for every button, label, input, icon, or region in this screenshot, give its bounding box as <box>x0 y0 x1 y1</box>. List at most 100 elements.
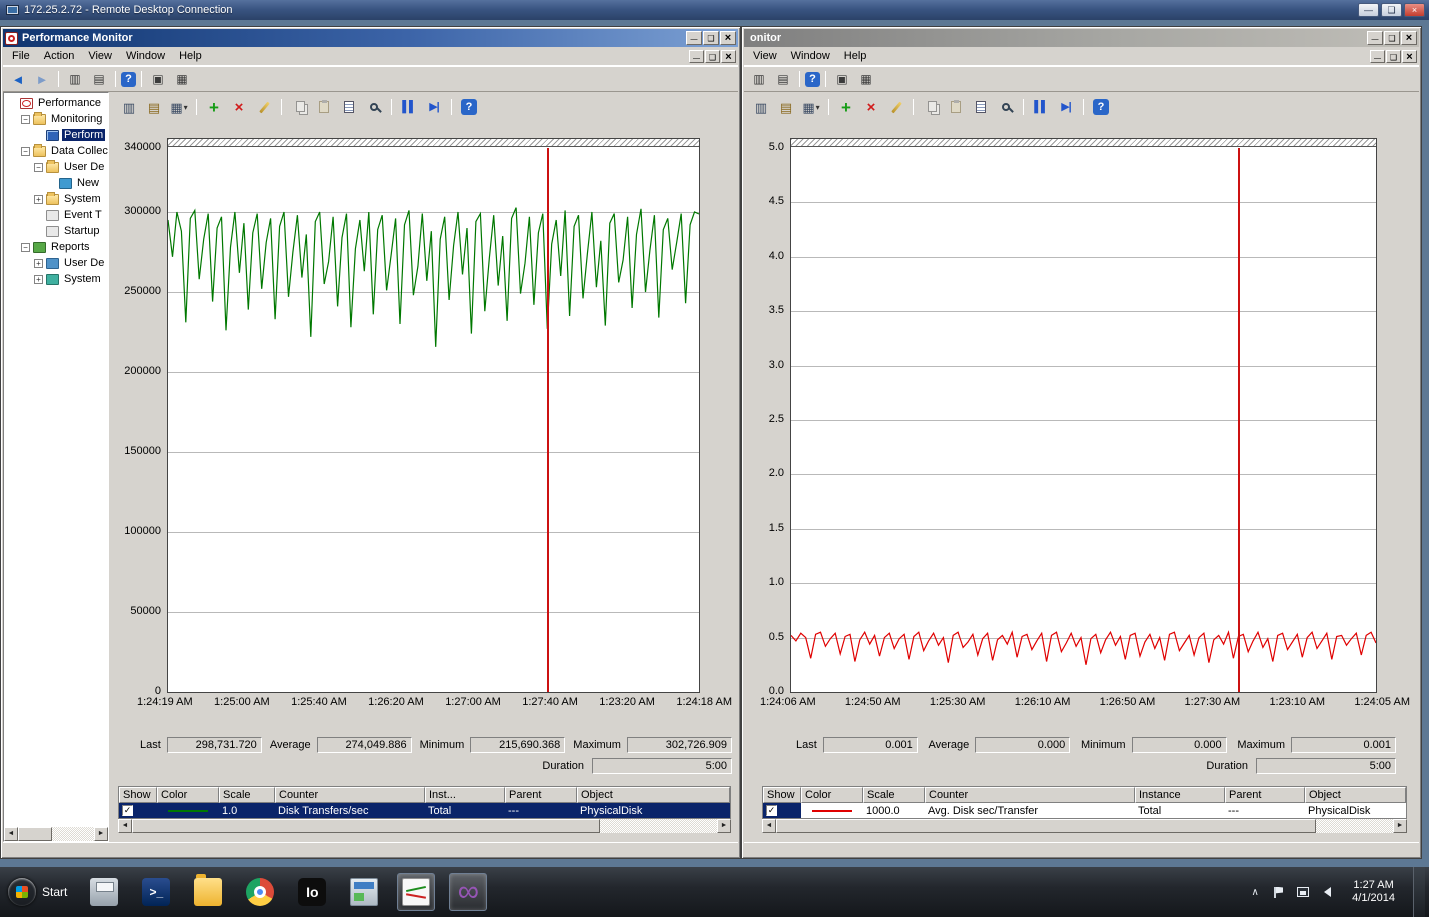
paste-counter-list-icon[interactable] <box>313 96 335 118</box>
scroll-left-arrow[interactable]: ◄ <box>118 819 132 833</box>
menu-view[interactable]: View <box>81 48 119 64</box>
update-data-icon[interactable]: ▶| <box>423 96 445 118</box>
left-mdi-close-button[interactable] <box>721 49 736 63</box>
paste-counter-list-icon[interactable] <box>945 96 967 118</box>
left-close-button[interactable] <box>720 31 736 45</box>
right-window-titlebar[interactable]: onitor <box>744 29 1419 47</box>
show-checkbox[interactable]: ✓ <box>122 805 133 816</box>
change-graph-type-icon[interactable]: ▦ ▾ <box>168 96 190 118</box>
help-icon[interactable]: ? <box>1090 96 1112 118</box>
column-header-color[interactable]: Color <box>801 787 863 803</box>
tree-item-user-de[interactable]: − User De <box>6 159 108 175</box>
zoom-icon[interactable] <box>995 96 1017 118</box>
right-mdi-minimize-button[interactable] <box>1370 49 1385 63</box>
menu-window[interactable]: Window <box>119 48 172 64</box>
collapse-expander-icon[interactable]: − <box>21 146 30 156</box>
export-list-icon[interactable]: ▤ <box>88 69 110 89</box>
view-current-activity-icon[interactable]: ▥ <box>750 96 772 118</box>
taskbar-clock[interactable]: 1:27 AM 4/1/2014 <box>1344 879 1403 905</box>
columns-icon[interactable]: ▦ <box>171 69 193 89</box>
tree-horizontal-scrollbar[interactable]: ◄ ► <box>4 827 108 841</box>
scrollbar-track[interactable] <box>132 819 717 833</box>
right-close-button[interactable] <box>1401 31 1417 45</box>
highlight-icon[interactable] <box>885 96 907 118</box>
scrollbar-thumb[interactable] <box>776 819 1316 833</box>
columns-icon[interactable]: ▦ <box>855 69 877 89</box>
scrollbar-thumb[interactable] <box>18 827 52 841</box>
taskbar-button-app-window[interactable] <box>345 873 383 911</box>
taskbar-button-chrome[interactable] <box>241 873 279 911</box>
change-graph-type-icon[interactable]: ▦ ▾ <box>800 96 822 118</box>
view-log-data-icon[interactable]: ▤ <box>143 96 165 118</box>
collapse-expander-icon[interactable]: − <box>34 162 43 172</box>
rdp-restore-button[interactable]: ❑ <box>1381 3 1402 17</box>
scrollbar-thumb[interactable] <box>132 819 600 833</box>
scroll-right-arrow[interactable]: ► <box>717 819 731 833</box>
scroll-left-arrow[interactable]: ◄ <box>762 819 776 833</box>
right-plot-area[interactable] <box>791 148 1376 692</box>
freeze-display-icon[interactable]: ▌▌ <box>398 96 420 118</box>
help-icon[interactable]: ? <box>805 71 820 87</box>
menu-file[interactable]: File <box>5 48 37 64</box>
right-minimize-button[interactable] <box>1367 31 1383 45</box>
show-window-icon[interactable]: ▣ <box>831 69 853 89</box>
expand-expander-icon[interactable]: + <box>34 258 43 268</box>
taskbar-button-powershell[interactable]: >_ <box>137 873 175 911</box>
copy-properties-icon[interactable] <box>288 96 310 118</box>
left-maximize-button[interactable] <box>703 31 719 45</box>
tree-item-system[interactable]: + System <box>6 191 108 207</box>
column-header-scale[interactable]: Scale <box>863 787 925 803</box>
delete-counter-icon[interactable]: × <box>860 96 882 118</box>
column-header-inst[interactable]: Inst... <box>425 787 505 803</box>
tree-item-new[interactable]: New <box>6 175 108 191</box>
column-header-show[interactable]: Show <box>119 787 157 803</box>
tree-item-event-t[interactable]: Event T <box>6 207 108 223</box>
column-header-object[interactable]: Object <box>1305 787 1406 803</box>
forward-icon[interactable]: ► <box>31 69 53 89</box>
tree-item-reports[interactable]: − Reports <box>6 239 108 255</box>
scroll-right-arrow[interactable]: ► <box>1393 819 1407 833</box>
column-header-parent[interactable]: Parent <box>1225 787 1305 803</box>
rdp-close-button[interactable]: × <box>1404 3 1425 17</box>
freeze-display-icon[interactable]: ▌▌ <box>1030 96 1052 118</box>
column-header-color[interactable]: Color <box>157 787 219 803</box>
left-mdi-restore-button[interactable] <box>705 49 720 63</box>
add-counter-icon[interactable]: + <box>203 96 225 118</box>
properties-icon[interactable] <box>970 96 992 118</box>
add-counter-icon[interactable]: + <box>835 96 857 118</box>
show-window-icon[interactable]: ▣ <box>147 69 169 89</box>
menu-view[interactable]: View <box>746 48 784 64</box>
tree-item-startup[interactable]: Startup <box>6 223 108 239</box>
scrollbar-track[interactable] <box>776 819 1393 833</box>
right-mdi-restore-button[interactable] <box>1386 49 1401 63</box>
copy-properties-icon[interactable] <box>920 96 942 118</box>
left-window-titlebar[interactable]: Performance Monitor <box>3 29 738 47</box>
properties-icon[interactable] <box>338 96 360 118</box>
export-list-icon[interactable]: ▤ <box>772 69 794 89</box>
show-desktop-button[interactable] <box>1413 867 1425 917</box>
show-hide-console-tree-icon[interactable]: ▥ <box>748 69 770 89</box>
right-table-scrollbar[interactable]: ◄ ► <box>762 819 1407 833</box>
tray-expand-chevron-icon[interactable]: ∧ <box>1248 885 1262 899</box>
scroll-right-arrow[interactable]: ► <box>94 827 108 841</box>
menu-help[interactable]: Help <box>172 48 209 64</box>
expand-expander-icon[interactable]: + <box>34 194 43 204</box>
show-hide-console-tree-icon[interactable]: ▥ <box>64 69 86 89</box>
column-header-parent[interactable]: Parent <box>505 787 577 803</box>
help-icon[interactable]: ? <box>458 96 480 118</box>
expand-expander-icon[interactable]: + <box>34 274 43 284</box>
right-maximize-button[interactable] <box>1384 31 1400 45</box>
right-mdi-close-button[interactable] <box>1402 49 1417 63</box>
tree-item-perform[interactable]: Perform <box>6 127 108 143</box>
left-minimize-button[interactable] <box>686 31 702 45</box>
collapse-expander-icon[interactable]: − <box>21 242 30 252</box>
menu-action[interactable]: Action <box>37 48 82 64</box>
left-mdi-minimize-button[interactable] <box>689 49 704 63</box>
scroll-left-arrow[interactable]: ◄ <box>4 827 18 841</box>
update-data-icon[interactable]: ▶| <box>1055 96 1077 118</box>
view-current-activity-icon[interactable]: ▥ <box>118 96 140 118</box>
menu-help[interactable]: Help <box>837 48 874 64</box>
right-counter-row[interactable]: ✓ 1000.0 Avg. Disk sec/Transfer Total --… <box>763 803 1406 818</box>
rdp-minimize-button[interactable]: — <box>1358 3 1379 17</box>
column-header-show[interactable]: Show <box>763 787 801 803</box>
